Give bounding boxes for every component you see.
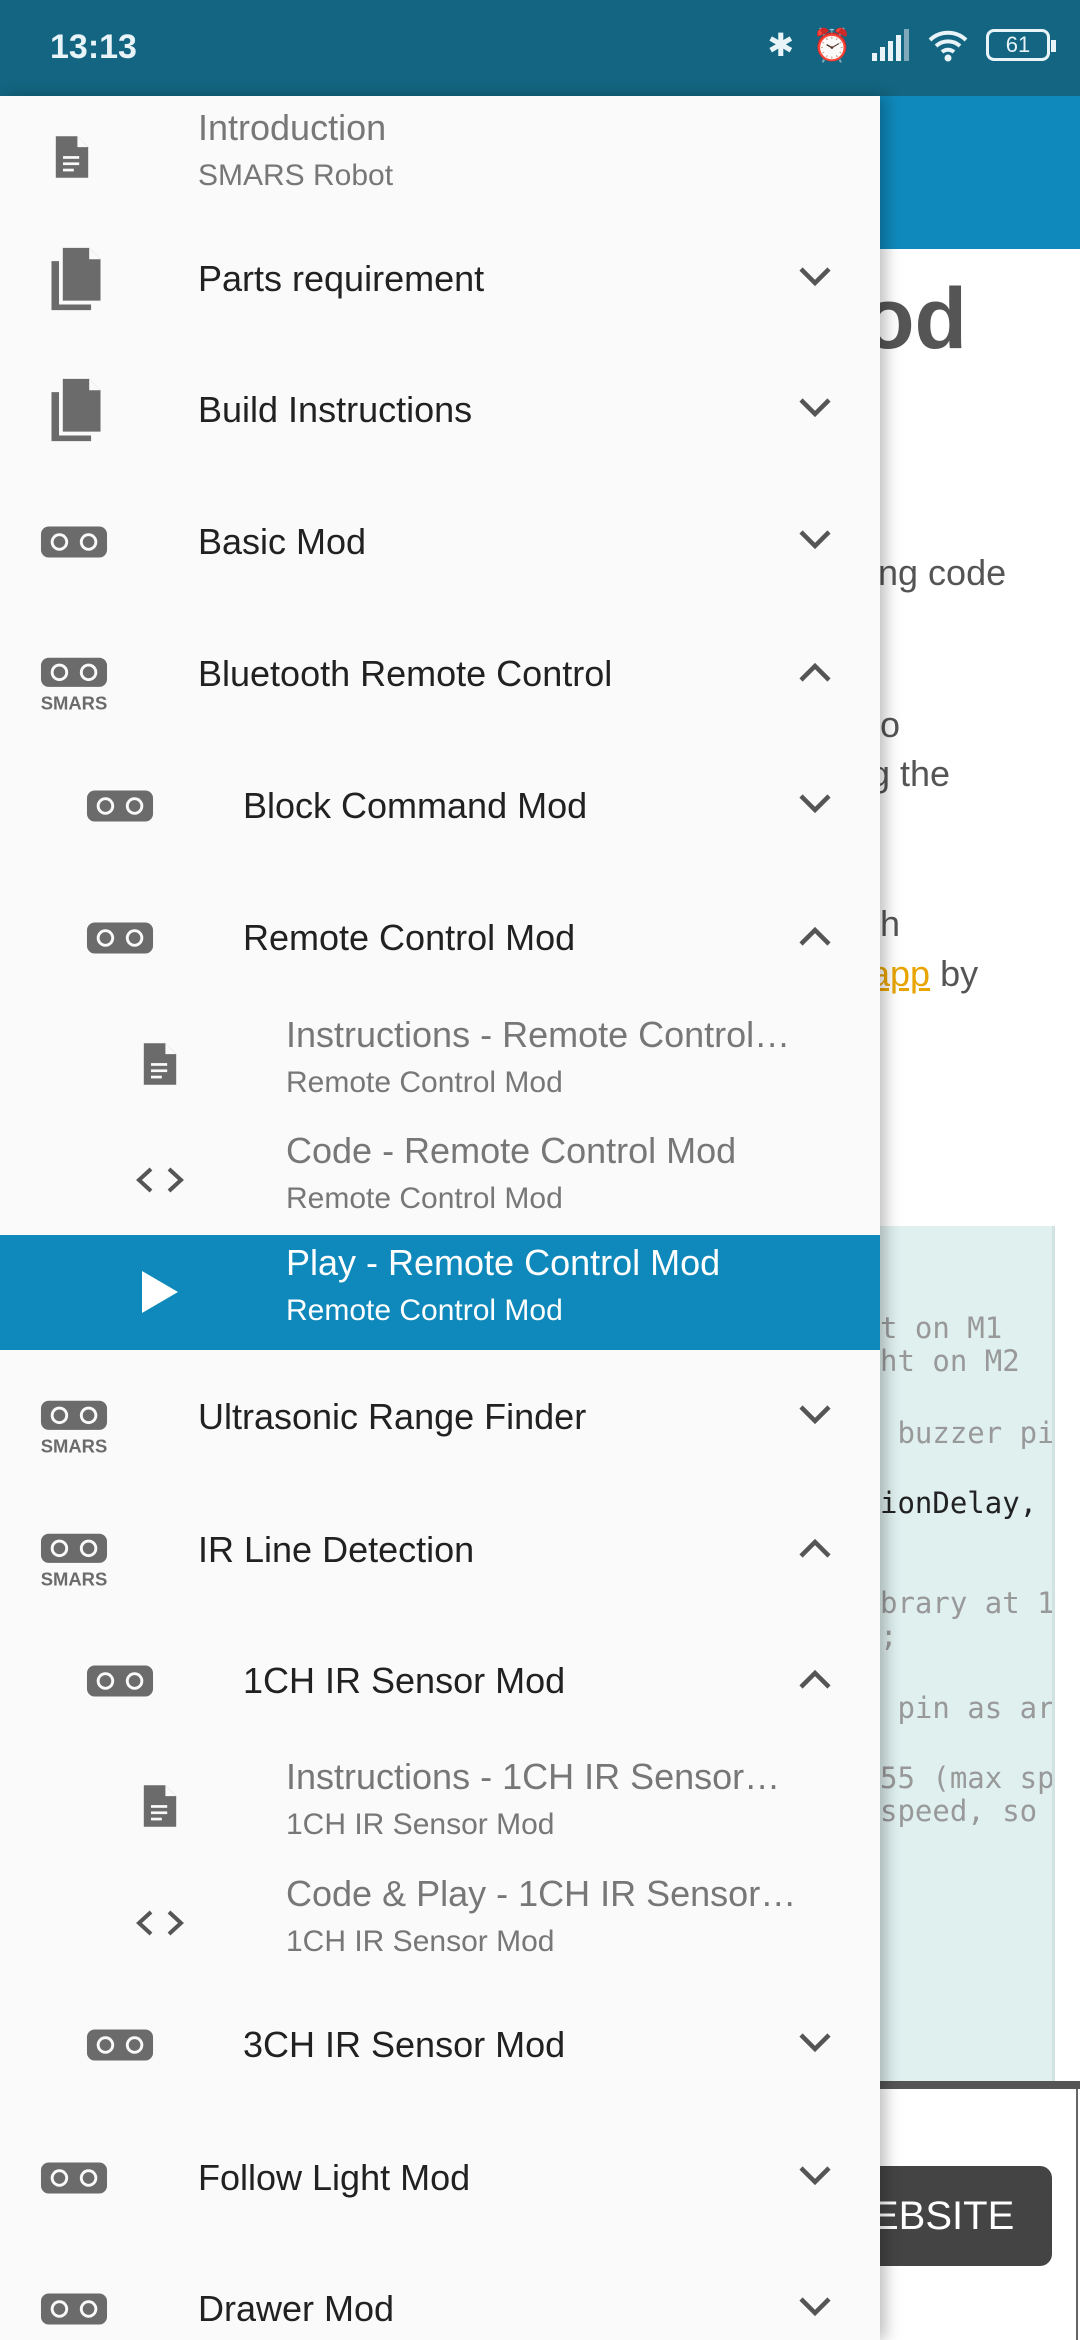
drawer-item[interactable]: Follow Light Mod <box>0 2118 880 2238</box>
code-line: brary at 1 <box>880 1586 1055 1620</box>
robot-icon <box>40 525 108 559</box>
play-icon <box>140 1269 180 1315</box>
drawer-item[interactable]: Bluetooth Remote Control <box>0 614 880 734</box>
drawer-item[interactable]: Code - Remote Control Mod Remote Control … <box>0 1120 880 1240</box>
drawer-item-subtitle: Remote Control Mod <box>286 1294 563 1327</box>
drawer-item[interactable]: Instructions - Remote Control… Remote Con… <box>0 1004 880 1124</box>
drawer-item-label: Code - Remote Control Mod <box>286 1130 737 1171</box>
drawer-item-subtitle: Remote Control Mod <box>286 1182 563 1215</box>
copy-icon <box>47 246 105 312</box>
drawer-item-label: 3CH IR Sensor Mod <box>243 2024 566 2065</box>
chevron-down-icon[interactable] <box>795 2287 835 2327</box>
drawer-item[interactable]: Play - Remote Control Mod Remote Control … <box>0 1235 880 1350</box>
drawer-item[interactable]: Build Instructions <box>0 350 880 470</box>
code-block: t on M1 ht on M2 buzzer pi ionDelay, bra… <box>880 1226 1055 2081</box>
code-line: ionDelay, <box>880 1486 1038 1520</box>
navigation-drawer: Introduction SMARS Robot Parts requirement… <box>0 96 880 2340</box>
chevron-down-icon[interactable] <box>795 2023 835 2063</box>
drawer-item-label: Ultrasonic Range Finder <box>198 1396 587 1437</box>
drawer-item[interactable]: Code & Play - 1CH IR Sensor… 1CH IR Senso… <box>0 1863 880 1983</box>
robot-icon <box>86 921 154 955</box>
code-line: 55 (max sp <box>880 1761 1055 1795</box>
drawer-item[interactable]: 3CH IR Sensor Mod <box>0 1985 880 2105</box>
drawer-item-label: Remote Control Mod <box>243 917 576 958</box>
drawer-item-label: 1CH IR Sensor Mod <box>243 1660 566 1701</box>
chevron-up-icon[interactable] <box>795 652 835 692</box>
drawer-item[interactable]: 1CH IR Sensor Mod <box>0 1621 880 1741</box>
document-icon <box>142 1041 178 1087</box>
chevron-down-icon[interactable] <box>795 520 835 560</box>
drawer-item-subtitle: 1CH IR Sensor Mod <box>286 1808 555 1841</box>
drawer-item-label: Basic Mod <box>198 521 367 562</box>
drawer-item-label: Drawer Mod <box>198 2288 395 2329</box>
status-bar: 13:13 ✱ ⏰ 61 <box>0 0 1080 96</box>
robot-icon <box>86 789 154 823</box>
chevron-down-icon[interactable] <box>795 257 835 297</box>
code-line: t on M1 <box>880 1311 1003 1345</box>
code-line: buzzer pi <box>880 1416 1055 1450</box>
code-line: ; <box>880 1619 898 1653</box>
chevron-up-icon[interactable] <box>795 1528 835 1568</box>
alarm-icon: ⏰ <box>812 27 852 63</box>
drawer-item-label: Follow Light Mod <box>198 2157 471 2198</box>
drawer-item-label: Code & Play - 1CH IR Sensor… <box>286 1873 797 1914</box>
body-text: g the <box>870 753 951 794</box>
battery-icon: 61 <box>986 29 1056 61</box>
drawer-item[interactable]: Block Command Mod <box>0 746 880 866</box>
website-button[interactable]: EBSITE <box>860 2166 1052 2266</box>
chevron-up-icon[interactable] <box>795 916 835 956</box>
robot-icon <box>40 2161 108 2195</box>
code-line: ht on M2 <box>880 1344 1020 1378</box>
drawer-item[interactable]: Instructions - 1CH IR Sensor… 1CH IR Sens… <box>0 1746 880 1866</box>
code-icon <box>135 1908 185 1938</box>
signal-icon <box>872 29 909 61</box>
drawer-item-label: IR Line Detection <box>198 1529 475 1570</box>
clock: 13:13 <box>50 28 137 66</box>
robot-icon <box>86 1664 154 1698</box>
code-line: speed, so <box>880 1794 1038 1828</box>
drawer-item[interactable]: Remote Control Mod <box>0 878 880 998</box>
smars-icon <box>40 1399 108 1455</box>
chevron-up-icon[interactable] <box>795 1659 835 1699</box>
chevron-down-icon[interactable] <box>795 388 835 428</box>
drawer-item[interactable]: Introduction SMARS Robot <box>0 97 880 217</box>
chevron-down-icon[interactable] <box>795 1395 835 1435</box>
drawer-item-subtitle: SMARS Robot <box>198 159 394 192</box>
body-text: ing code <box>870 552 1007 593</box>
drawer-item-label: Build Instructions <box>198 389 473 430</box>
drawer-item[interactable]: IR Line Detection <box>0 1490 880 1610</box>
drawer-item[interactable]: Ultrasonic Range Finder <box>0 1357 880 1477</box>
wifi-icon <box>928 30 968 62</box>
bluetooth-icon: ✱ <box>767 27 795 63</box>
code-line: pin as ar <box>880 1691 1055 1725</box>
document-icon <box>142 1783 178 1829</box>
drawer-item-label: Instructions - 1CH IR Sensor… <box>286 1756 781 1797</box>
drawer-item-label: Block Command Mod <box>243 785 588 826</box>
smars-icon <box>40 656 108 712</box>
drawer-item[interactable]: Parts requirement <box>0 219 880 339</box>
divider <box>880 2081 1080 2089</box>
code-icon <box>135 1165 185 1195</box>
drawer-item-label: Parts requirement <box>198 258 485 299</box>
chevron-down-icon[interactable] <box>795 784 835 824</box>
body-text: app by <box>870 953 978 995</box>
smars-icon <box>40 1532 108 1588</box>
drawer-item-label: Bluetooth Remote Control <box>198 653 613 694</box>
document-icon <box>54 134 90 180</box>
body-text: by <box>930 953 979 994</box>
drawer-item-subtitle: 1CH IR Sensor Mod <box>286 1925 555 1958</box>
drawer-item-label: Instructions - Remote Control… <box>286 1014 791 1055</box>
robot-icon <box>40 2292 108 2326</box>
drawer-item[interactable]: Drawer Mod <box>0 2249 880 2340</box>
drawer-item-label: Play - Remote Control Mod <box>286 1242 721 1283</box>
chevron-down-icon[interactable] <box>795 2156 835 2196</box>
copy-icon <box>47 377 105 443</box>
robot-icon <box>86 2028 154 2062</box>
drawer-item[interactable]: Basic Mod <box>0 482 880 602</box>
page-header <box>880 96 1080 249</box>
drawer-item-subtitle: Remote Control Mod <box>286 1066 563 1099</box>
drawer-item-label: Introduction <box>198 107 387 148</box>
